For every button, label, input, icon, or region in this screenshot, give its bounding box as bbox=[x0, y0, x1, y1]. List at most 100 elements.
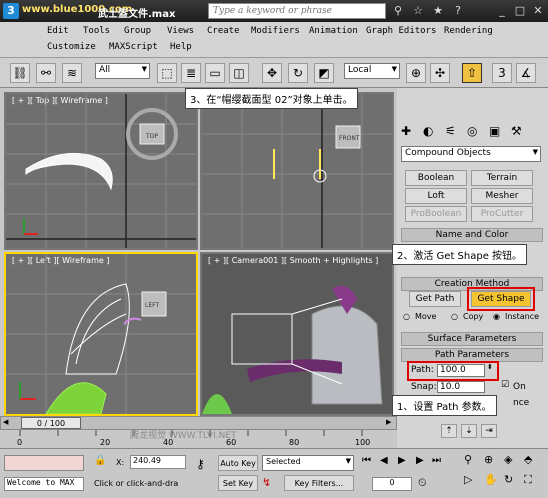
menu-group[interactable]: Group bbox=[124, 26, 151, 36]
menu-maxscript[interactable]: MAXScript bbox=[109, 42, 158, 52]
menu-help[interactable]: Help bbox=[170, 42, 192, 52]
move-radio-icon[interactable]: ○ bbox=[403, 312, 410, 321]
zoom-icon[interactable]: ⚲ bbox=[464, 453, 472, 466]
menu-customize[interactable]: Customize bbox=[47, 42, 96, 52]
current-frame-input[interactable]: 0 bbox=[372, 477, 412, 491]
subscription-icon[interactable]: ☆ bbox=[410, 3, 426, 19]
snap-toggle-icon[interactable]: 3 bbox=[492, 63, 512, 83]
go-to-start-icon[interactable]: ⏮ bbox=[362, 455, 371, 466]
rect-selection-icon[interactable]: ▭ bbox=[205, 63, 225, 83]
key-mode-icon[interactable]: ↯ bbox=[262, 476, 271, 489]
zoom-extents-all-icon[interactable]: ⬘ bbox=[524, 453, 532, 466]
menu-edit[interactable]: Edit bbox=[47, 26, 69, 36]
pick-prev-icon[interactable]: ⇡ bbox=[441, 424, 457, 438]
select-by-name-icon[interactable]: ≣ bbox=[181, 63, 201, 83]
select-manipulate-icon[interactable]: ✣ bbox=[430, 63, 450, 83]
utilities-tab-icon[interactable]: ⚒ bbox=[511, 124, 522, 138]
viewcube-left-label[interactable]: LEFT bbox=[145, 302, 159, 309]
select-object-icon[interactable]: ⬚ bbox=[157, 63, 177, 83]
close-icon[interactable]: ✕ bbox=[530, 3, 546, 19]
time-slider-thumb[interactable]: 0 / 100 bbox=[21, 417, 81, 429]
boolean-button[interactable]: Boolean bbox=[405, 170, 467, 186]
rotate-icon[interactable]: ↻ bbox=[288, 63, 308, 83]
select-link-icon[interactable]: ⛓ bbox=[10, 63, 30, 83]
orbit-icon[interactable]: ↻ bbox=[504, 473, 513, 486]
maximize-viewport-icon[interactable]: ⛶ bbox=[524, 473, 532, 487]
menu-views[interactable]: Views bbox=[167, 26, 194, 36]
pan-icon[interactable]: ✋ bbox=[484, 473, 498, 486]
hierarchy-tab-icon[interactable]: ⚟ bbox=[445, 124, 456, 138]
viewcube-front-label[interactable]: FRONT bbox=[339, 135, 360, 142]
selected-dropdown[interactable]: Selected bbox=[262, 455, 354, 471]
rollout-surface-parameters[interactable]: Surface Parameters bbox=[401, 332, 543, 346]
zoom-all-icon[interactable]: ⊕ bbox=[484, 453, 493, 466]
viewport-camera[interactable]: [ + ][ Camera001 ][ Smooth + Highlights … bbox=[200, 252, 394, 416]
scale-icon[interactable]: ◩ bbox=[314, 63, 334, 83]
maxscript-listener-mini[interactable] bbox=[4, 455, 84, 471]
viewport-top[interactable]: [ + ][ Top ][ Wireframe ] TOP bbox=[4, 92, 198, 250]
track-bar[interactable]: 0 20 40 60 80 100 腾龙视觉 WWW.TLVI.NET bbox=[0, 430, 397, 448]
help-icon[interactable]: ? bbox=[450, 3, 466, 19]
menu-tools[interactable]: Tools bbox=[83, 26, 110, 36]
star-icon[interactable]: ★ bbox=[430, 3, 446, 19]
prev-frame-icon[interactable]: ◀ bbox=[380, 455, 388, 466]
time-slider-prev-icon[interactable]: ◀ bbox=[3, 418, 8, 426]
viewport-left[interactable]: [ + ][ Left ][ Wireframe ] LEFT bbox=[4, 252, 198, 416]
go-to-end-icon[interactable]: ⏭ bbox=[432, 455, 441, 466]
key-filters-button[interactable]: Key Filters... bbox=[284, 475, 354, 491]
menu-rendering[interactable]: Rendering bbox=[444, 26, 493, 36]
maximize-icon[interactable]: □ bbox=[512, 3, 528, 19]
rollout-path-parameters[interactable]: Path Parameters bbox=[401, 348, 543, 362]
time-config-icon[interactable]: ⏲ bbox=[418, 476, 427, 490]
pick-last-icon[interactable]: ⇥ bbox=[481, 424, 497, 438]
keyboard-shortcut-icon[interactable]: ⇧ bbox=[462, 63, 482, 83]
path-input[interactable]: 100.0 bbox=[437, 364, 485, 377]
menu-modifiers[interactable]: Modifiers bbox=[251, 26, 300, 36]
unlink-icon[interactable]: ⚯ bbox=[36, 63, 56, 83]
pivot-center-icon[interactable]: ⊕ bbox=[406, 63, 426, 83]
search-input[interactable]: Type a keyword or phrase bbox=[208, 3, 386, 19]
terrain-button[interactable]: Terrain bbox=[471, 170, 533, 186]
next-frame-icon[interactable]: ▶ bbox=[416, 455, 424, 466]
instance-radio-icon[interactable]: ◉ bbox=[493, 312, 500, 321]
coord-system-dropdown[interactable]: Local bbox=[344, 63, 400, 79]
selection-filter-dropdown[interactable]: All bbox=[95, 63, 150, 79]
get-path-button[interactable]: Get Path bbox=[409, 291, 461, 307]
menu-create[interactable]: Create bbox=[207, 26, 240, 36]
app-logo-icon[interactable]: 3 bbox=[3, 3, 19, 19]
snap-input[interactable]: 10.0 bbox=[437, 381, 485, 393]
key-icon[interactable]: ⚷ bbox=[196, 457, 205, 471]
move-icon[interactable]: ✥ bbox=[262, 63, 282, 83]
angle-snap-icon[interactable]: ∡ bbox=[516, 63, 536, 83]
viewport-front[interactable]: FRONT bbox=[200, 92, 394, 250]
menu-graph-editors[interactable]: Graph Editors bbox=[366, 26, 436, 36]
create-tab-icon[interactable]: ✚ bbox=[401, 124, 411, 138]
modify-tab-icon[interactable]: ◐ bbox=[423, 124, 433, 138]
display-tab-icon[interactable]: ▣ bbox=[489, 124, 500, 138]
time-slider-next-icon[interactable]: ▶ bbox=[386, 418, 391, 426]
motion-tab-icon[interactable]: ◎ bbox=[467, 124, 477, 138]
menu-animation[interactable]: Animation bbox=[309, 26, 358, 36]
viewcube-top-label[interactable]: TOP bbox=[145, 133, 158, 140]
x-coordinate-input[interactable]: 240.49 bbox=[130, 455, 186, 469]
fov-icon[interactable]: ▷ bbox=[464, 473, 472, 486]
auto-key-button[interactable]: Auto Key bbox=[218, 455, 258, 471]
lock-icon[interactable]: 🔒 bbox=[94, 455, 108, 469]
zoom-extents-icon[interactable]: ◈ bbox=[504, 453, 512, 466]
copy-radio-icon[interactable]: ○ bbox=[451, 312, 458, 321]
bind-space-warp-icon[interactable]: ≋ bbox=[62, 63, 82, 83]
path-spinner-icon[interactable]: ⬍ bbox=[487, 363, 493, 371]
category-dropdown[interactable]: Compound Objects bbox=[401, 146, 541, 162]
rollout-name-color[interactable]: Name and Color bbox=[401, 228, 543, 242]
window-crossing-icon[interactable]: ◫ bbox=[229, 63, 249, 83]
binoculars-icon[interactable]: ⚲ bbox=[390, 3, 406, 19]
set-key-button[interactable]: Set Key bbox=[218, 475, 258, 491]
snap-on-checkbox[interactable]: ☑ bbox=[501, 380, 509, 390]
get-shape-button[interactable]: Get Shape bbox=[471, 291, 531, 307]
pick-next-icon[interactable]: ⇣ bbox=[461, 424, 477, 438]
welcome-field[interactable]: Welcome to MAX bbox=[4, 477, 84, 491]
minimize-icon[interactable]: _ bbox=[494, 3, 510, 19]
loft-button[interactable]: Loft bbox=[405, 188, 467, 204]
play-icon[interactable]: ▶ bbox=[398, 455, 406, 466]
mesher-button[interactable]: Mesher bbox=[471, 188, 533, 204]
